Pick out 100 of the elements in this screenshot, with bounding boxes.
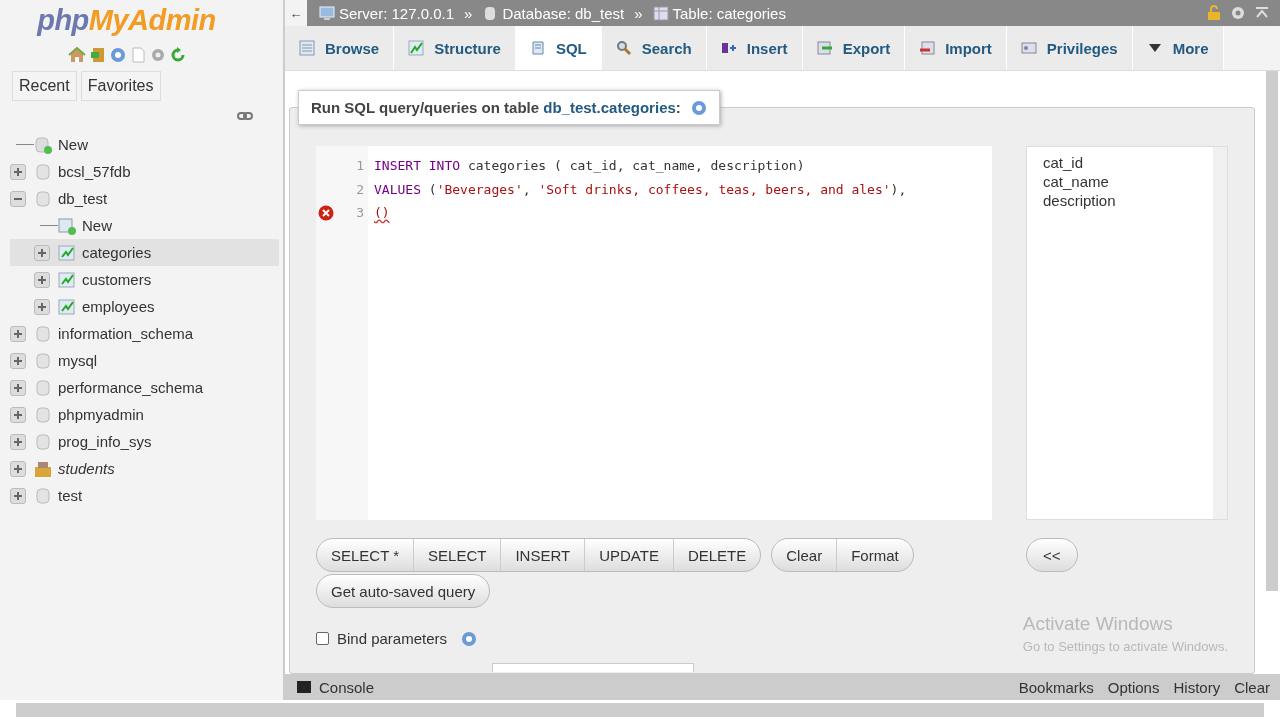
box-icon [34,459,52,478]
tree-item-label[interactable]: db_test [58,190,108,207]
gear-icon [1230,5,1246,21]
expand-icon[interactable] [10,433,26,450]
table-icon [58,270,76,289]
line-number: 2 [356,181,364,197]
tree-item-label[interactable]: students [58,460,115,477]
browse-icon [299,40,315,56]
table-icon [652,5,669,21]
auto-saved-query-button[interactable]: Get auto-saved query [317,575,490,607]
query-button[interactable]: INSERT [501,539,586,571]
export-icon [816,40,833,56]
console-link[interactable]: History [1173,678,1221,696]
console-label[interactable]: Console [319,678,375,696]
tab[interactable]: Structure [394,26,516,70]
tree-item-label[interactable]: New [82,217,112,234]
expand-icon[interactable] [10,379,26,396]
structure-icon [408,40,425,56]
tree-row[interactable]: categories [10,239,279,266]
table-icon [58,243,76,262]
checkbox[interactable] [316,632,329,645]
tab[interactable]: Export [802,26,906,70]
insert-column-button[interactable]: << [1027,539,1077,571]
query-button[interactable]: Format [837,539,913,571]
tree-item-label[interactable]: customers [82,271,152,288]
document-icon [129,47,146,63]
breadcrumb-link[interactable]: Table: categories [672,4,786,22]
horizontal-scrollbar[interactable] [16,703,1264,717]
gear-icon [149,47,166,63]
tree-item-label[interactable]: performance_schema [58,379,204,396]
expand-icon[interactable] [10,352,26,369]
line-number: 1 [356,158,364,174]
tab[interactable]: Browse [285,26,395,70]
console-link[interactable]: Options [1107,678,1160,696]
query-button[interactable]: SELECT * [317,539,415,571]
help-icon [461,630,478,647]
expand-icon[interactable] [34,244,50,261]
tab[interactable]: SQL [515,26,602,70]
privileges-icon [1020,40,1037,56]
tab[interactable]: Insert [706,26,803,70]
link-icon [237,111,253,121]
checkbox-label: Bind parameters [337,630,448,647]
query-button[interactable]: UPDATE [585,539,674,571]
tree-item-label[interactable]: bcsl_57fdb [58,163,131,180]
tree-item-label[interactable]: categories [82,244,152,261]
breadcrumb-link[interactable]: Database: db_test [502,4,625,22]
database-icon [34,351,52,370]
collapse-button[interactable]: ← [285,0,307,26]
help-icon [690,99,707,116]
tab[interactable]: Search [601,26,707,70]
tree-item-label[interactable]: New [58,136,88,153]
scrollbar[interactable] [1213,147,1227,519]
tree-item-label[interactable]: test [58,487,83,504]
console-link[interactable]: Bookmarks [1018,678,1094,696]
lock-icon [1206,5,1222,21]
tab[interactable]: More [1132,26,1224,70]
query-button[interactable]: SELECT [414,539,502,571]
tree-item-label[interactable]: employees [82,298,155,315]
import-icon [919,40,936,56]
navigation-tab[interactable]: Recent [12,71,77,101]
logo[interactable]: phpMyAdmin [0,4,283,37]
expand-icon[interactable] [34,271,50,288]
query-button[interactable]: Clear [772,539,838,571]
column-item[interactable]: cat_name [1043,172,1197,191]
column-item[interactable]: description [1043,191,1197,210]
database-icon [34,189,52,208]
sql-icon [529,40,546,56]
collapse-icon[interactable] [10,190,26,207]
vertical-scrollbar[interactable] [1266,71,1278,591]
exit-door-icon [89,47,106,63]
console-link[interactable]: Clear [1234,678,1270,696]
database-icon [34,405,52,424]
navigation-tab[interactable]: Favorites [80,71,161,101]
expand-icon[interactable] [10,487,26,504]
tree-item-label[interactable]: mysql [58,352,98,369]
query-button[interactable]: DELETE [673,539,761,571]
breadcrumb-link[interactable]: Server: 127.0.0.1 [339,4,455,22]
home-icon [67,47,86,63]
tree-row[interactable]: employees [10,293,283,320]
tree-item-label[interactable]: phpmyadmin [58,406,144,423]
tree-item-label[interactable]: prog_info_sys [58,433,152,450]
code-line: VALUES ('Beverages', 'Soft drinks, coffees, teas, beers, and ales'), [374,180,907,199]
breadcrumb-separator: » [634,4,643,22]
expand-icon[interactable] [10,406,26,423]
expand-icon[interactable] [10,460,26,477]
database-icon [34,162,52,181]
table-icon [58,297,76,316]
column-item[interactable]: cat_id [1043,153,1197,172]
tab[interactable]: Import [905,26,1007,70]
expand-icon[interactable] [10,325,26,342]
code-line: INSERT INTO categories ( cat_id, cat_name, description) [374,157,806,176]
expand-icon[interactable] [34,298,50,315]
column-list[interactable]: cat_id cat_name description [1026,146,1228,520]
tree-item-label[interactable]: information_schema [58,325,194,342]
tab[interactable]: Privileges [1006,26,1133,70]
reload-icon [169,47,186,63]
insert-icon [720,40,737,56]
sql-editor[interactable]: 1 2 3 INSERT INTO categories ( cat_id, cat_name, description) VALUES ('Beverages', 'Soft drinks, coffees, teas, beers, and ales'), () [316,146,992,520]
expand-icon[interactable] [10,163,26,180]
tree-row[interactable]: customers [10,266,283,293]
